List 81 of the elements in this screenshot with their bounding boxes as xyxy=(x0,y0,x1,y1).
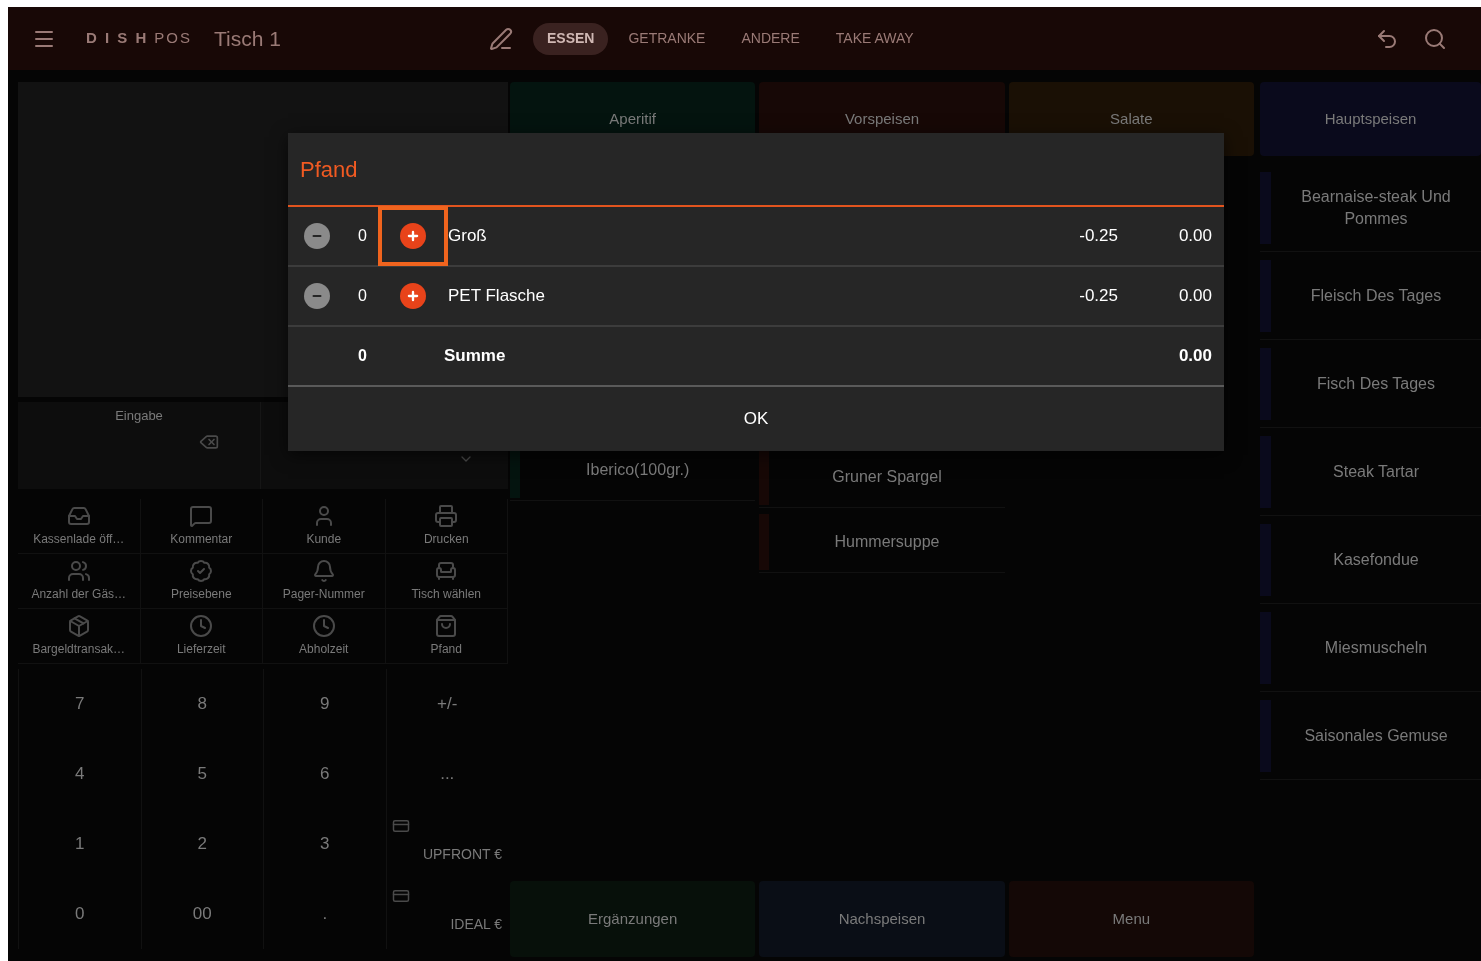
comment-icon xyxy=(189,504,214,528)
numpad-key[interactable]: 5 xyxy=(140,739,263,809)
sum-total: 0.00 xyxy=(1178,345,1213,368)
function-button[interactable]: Tisch wählen xyxy=(385,554,508,609)
unit-price: -0.25 xyxy=(1079,225,1118,248)
minus-button[interactable] xyxy=(304,223,330,249)
clock-icon xyxy=(311,614,336,638)
numpad-key[interactable]: 2 xyxy=(140,809,263,879)
unit-price: -0.25 xyxy=(1079,285,1118,308)
plus-button[interactable] xyxy=(378,206,448,266)
numpad-key[interactable]: 3 xyxy=(263,809,386,879)
item-name: PET Flasche xyxy=(448,285,545,308)
function-button[interactable]: Lieferzeit xyxy=(140,609,263,664)
numpad-key[interactable]: 8 xyxy=(140,669,263,739)
numpad-key[interactable]: 00 xyxy=(140,879,263,949)
numpad-key[interactable]: 0 xyxy=(18,879,141,949)
plus-icon xyxy=(400,223,426,249)
category-tile[interactable]: Nachspeisen xyxy=(759,881,1005,957)
search-icon[interactable] xyxy=(1423,26,1447,51)
menu-item[interactable]: Miesmuscheln xyxy=(1260,604,1481,692)
category-tab[interactable]: TAKE AWAY xyxy=(819,22,930,55)
quantity: 0 xyxy=(358,286,368,306)
sum-label: Summe xyxy=(444,345,506,368)
menu-item[interactable]: Fisch Des Tages xyxy=(1260,340,1481,428)
input-label: Eingabe xyxy=(115,407,163,425)
category-tab[interactable]: GETRANKE xyxy=(612,22,722,55)
box-icon xyxy=(66,614,91,638)
category-tile[interactable]: Hauptspeisen xyxy=(1260,82,1481,156)
bell-icon xyxy=(311,559,336,583)
numpad-key[interactable]: +/- xyxy=(385,669,508,739)
quantity: 0 xyxy=(358,226,368,246)
numpad-key[interactable]: 6 xyxy=(263,739,386,809)
category-tab[interactable]: ANDERE xyxy=(725,22,816,55)
item-stripe xyxy=(759,448,770,505)
function-button[interactable]: Kassenlade öff… xyxy=(18,499,141,554)
minus-button[interactable] xyxy=(304,283,330,309)
item-name: Groß xyxy=(448,225,487,248)
numpad-key[interactable]: 4 xyxy=(18,739,141,809)
menu-item[interactable]: Saisonales Gemuse xyxy=(1260,692,1481,780)
function-button[interactable]: Bargeldtransak… xyxy=(18,609,141,664)
numpad-key[interactable]: . xyxy=(263,879,386,949)
category-tab[interactable]: ESSEN xyxy=(532,22,609,55)
menu-item[interactable]: Steak Tartar xyxy=(1260,428,1481,516)
function-button[interactable]: Kommentar xyxy=(140,499,263,554)
function-button[interactable]: Pfand xyxy=(385,609,508,664)
row-total: 0.00 xyxy=(1177,225,1213,248)
bag-icon xyxy=(434,614,459,638)
numpad-key[interactable]: ... xyxy=(385,739,508,809)
numpad-key[interactable]: 7 xyxy=(18,669,141,739)
chair-icon xyxy=(434,559,459,583)
clock-icon xyxy=(189,614,214,638)
payment-button[interactable]: IDEAL € xyxy=(385,879,508,949)
category-tile[interactable]: Menu xyxy=(1008,881,1254,957)
sum-quantity: 0 xyxy=(358,346,368,366)
badge-check-icon xyxy=(189,559,214,583)
function-button[interactable]: Preisebene xyxy=(140,554,263,609)
menu-item[interactable]: Fleisch Des Tages xyxy=(1260,252,1481,340)
plus-icon xyxy=(400,283,426,309)
function-button[interactable]: Anzahl der Gäs… xyxy=(18,554,141,609)
menu-item[interactable]: Hummersuppe xyxy=(759,511,1005,573)
function-button[interactable]: Kunde xyxy=(263,499,386,554)
table-name: Tisch 1 xyxy=(214,25,281,52)
function-button[interactable]: Pager-Nummer xyxy=(263,554,386,609)
numpad-key[interactable]: 1 xyxy=(18,809,141,879)
brand-suffix: POS xyxy=(154,28,193,49)
menu-item[interactable]: Bearnaise-steak Und Pommes xyxy=(1260,164,1481,252)
edit-icon[interactable] xyxy=(488,26,513,51)
row-total: 0.00 xyxy=(1177,285,1213,308)
menu-item[interactable]: Kasefondue xyxy=(1260,516,1481,604)
category-tile[interactable]: Ergänzungen xyxy=(510,881,756,957)
card-icon xyxy=(390,887,411,905)
function-button[interactable]: Abholzeit xyxy=(263,609,386,664)
payment-button[interactable]: UPFRONT € xyxy=(385,809,508,879)
numpad-key[interactable]: 9 xyxy=(263,669,386,739)
card-icon xyxy=(390,817,411,835)
drawer-icon xyxy=(66,504,91,528)
brand-logo: D I S H xyxy=(86,28,149,49)
dialog-title: Pfand xyxy=(300,155,358,184)
printer-icon xyxy=(434,504,459,528)
people-icon xyxy=(66,559,91,583)
function-button[interactable]: Drucken xyxy=(385,499,508,554)
